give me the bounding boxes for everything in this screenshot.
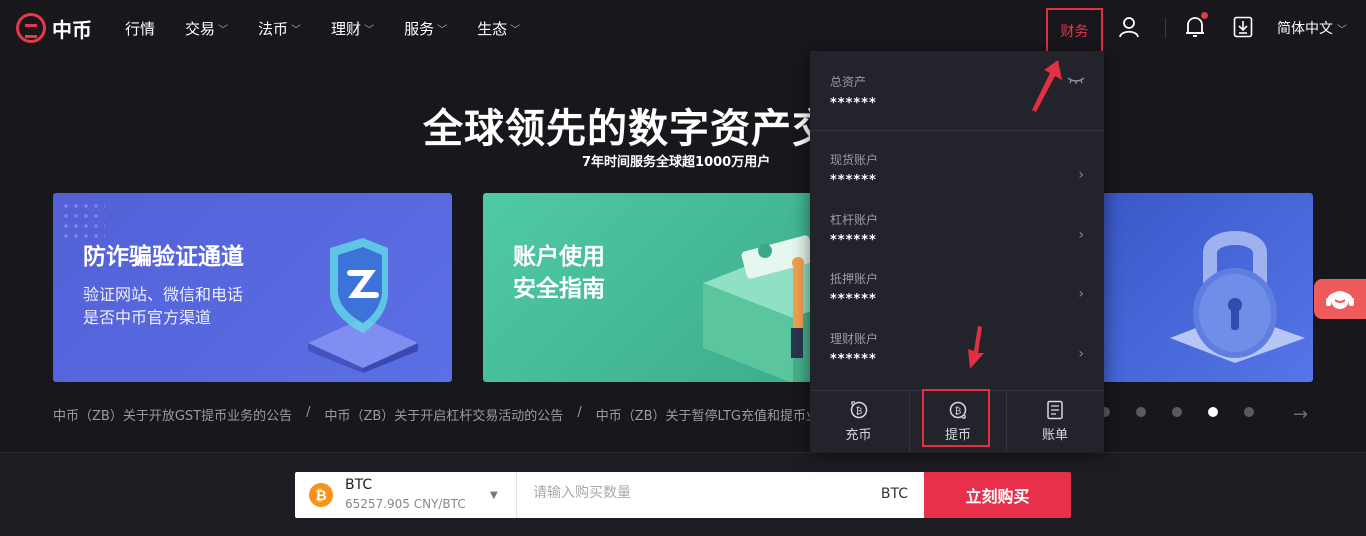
announcement-link[interactable]: 中币（ZB）关于开放GST提币业务的公告 [53, 405, 292, 424]
chevron-down-icon: ﹀ [364, 25, 375, 36]
nav-label: 理财 [331, 20, 362, 38]
withdraw-highlight-box [922, 389, 990, 447]
announcement-link[interactable]: 中币（ZB）关于开启杠杆交易活动的公告 [324, 405, 563, 424]
buy-now-button[interactable]: 立刻购买 [924, 472, 1071, 518]
account-label: 现货账户 [830, 153, 879, 167]
action-label: 账单 [1041, 428, 1068, 443]
nav-label: 服务 [404, 20, 435, 38]
nav-item-fiat[interactable]: 法币 ﹀ [258, 18, 301, 39]
annotation-arrow-icon [968, 326, 984, 369]
chevron-right-icon: › [1078, 346, 1084, 362]
arrow-right-icon[interactable]: → [1293, 404, 1308, 425]
nav-label: 交易 [185, 20, 216, 38]
account-label: 杠杆账户 [830, 213, 879, 227]
logo-icon [16, 13, 46, 43]
nav-label: 生态 [477, 20, 508, 38]
svg-text:₿: ₿ [855, 406, 862, 417]
dots-decoration [61, 201, 105, 241]
nav-label: 行情 [125, 20, 156, 38]
account-value: ****** [830, 173, 877, 188]
bill-button[interactable]: 账单 [1006, 391, 1103, 452]
nav-item-service[interactable]: 服务 ﹀ [404, 18, 447, 39]
account-spot[interactable]: 现货账户 ****** › [810, 151, 1104, 209]
coin-name: BTC [345, 477, 373, 493]
hero-title: 全球领先的数字资产交 [423, 106, 833, 152]
bitcoin-icon: ₿ [309, 483, 333, 507]
nav-label: 法币 [258, 20, 289, 38]
amount-unit: BTC [880, 486, 908, 502]
shield-illustration [308, 238, 418, 373]
chevron-right-icon: › [1078, 227, 1084, 243]
banner-title-line: 安全指南 [513, 276, 605, 302]
banner-lock[interactable] [1100, 193, 1313, 382]
nav-item-finance-products[interactable]: 理财 ﹀ [331, 18, 374, 39]
panel-divider [810, 130, 1104, 131]
pager-dot-active[interactable] [1208, 407, 1218, 417]
chevron-down-icon: ﹀ [218, 25, 229, 36]
chevron-down-icon: ﹀ [291, 25, 302, 36]
banner-title: 账户使用 安全指南 [513, 241, 605, 305]
announcement-separator: / [306, 405, 311, 420]
account-value: ****** [830, 233, 877, 248]
finance-button[interactable]: 财务 [1046, 8, 1103, 53]
logo[interactable]: 中币 [16, 13, 92, 43]
main-nav: 行情 交易 ﹀ 法币 ﹀ 理财 ﹀ 服务 ﹀ 生态 ﹀ [125, 18, 550, 39]
caret-down-icon: ▼ [490, 490, 498, 501]
account-collateral[interactable]: 抵押账户 ****** › [810, 270, 1104, 328]
banner-desc-line: 是否中币官方渠道 [83, 308, 212, 327]
lock-illustration [1170, 231, 1305, 363]
banner-desc-line: 验证网站、微信和电话 [83, 285, 244, 304]
pager-dot[interactable] [1172, 407, 1182, 417]
chevron-down-icon: ﹀ [510, 25, 521, 36]
banner-desc: 验证网站、微信和电话 是否中币官方渠道 [83, 283, 243, 329]
account-wealth[interactable]: 理财账户 ****** › [810, 330, 1104, 388]
customer-service-button[interactable] [1314, 279, 1366, 319]
banner-title: 防诈骗验证通道 [83, 244, 244, 270]
coin-price: 65257.905 CNY/BTC [345, 497, 466, 511]
download-icon[interactable] [1233, 16, 1253, 38]
logo-text: 中币 [52, 17, 92, 42]
account-value: ****** [830, 292, 877, 307]
action-label: 充币 [845, 428, 872, 443]
announcement-link[interactable]: 中币（ZB）关于暂停LTG充值和提币业务 [596, 405, 832, 424]
amount-field: BTC [516, 472, 924, 518]
chevron-right-icon: › [1078, 286, 1084, 302]
user-icon[interactable] [1118, 16, 1140, 38]
headset-icon [1326, 291, 1354, 309]
carousel-pager [1100, 407, 1280, 417]
announcement-separator: / [577, 405, 582, 420]
coin-selector[interactable]: ₿ BTC 65257.905 CNY/BTC ▼ [295, 472, 516, 518]
account-label: 抵押账户 [830, 272, 879, 286]
chevron-down-icon: ﹀ [437, 25, 448, 36]
chevron-down-icon: ﹀ [1337, 24, 1347, 36]
banner-title-line: 账户使用 [513, 244, 605, 270]
bill-icon [1047, 400, 1063, 420]
total-assets-value: ****** [830, 96, 877, 111]
account-margin[interactable]: 杠杆账户 ****** › [810, 211, 1104, 269]
deposit-icon: ₿ [850, 401, 867, 419]
top-navbar: 中币 行情 交易 ﹀ 法币 ﹀ 理财 ﹀ 服务 ﹀ 生态 ﹀ 财务 简体中文 ﹀ [0, 0, 1366, 56]
deposit-button[interactable]: ₿ 充币 [810, 391, 907, 452]
pager-dot[interactable] [1136, 407, 1146, 417]
nav-item-market[interactable]: 行情 [125, 18, 155, 39]
pager-dot[interactable] [1244, 407, 1254, 417]
language-label: 简体中文 [1277, 21, 1333, 37]
nav-item-trade[interactable]: 交易 ﹀ [185, 18, 228, 39]
chevron-right-icon: › [1078, 167, 1084, 183]
notification-badge [1201, 12, 1208, 19]
total-assets: 总资产 ****** [830, 73, 877, 111]
language-selector[interactable]: 简体中文 ﹀ [1277, 18, 1347, 38]
nav-item-ecosystem[interactable]: 生态 ﹀ [477, 18, 520, 39]
amount-input[interactable] [533, 485, 833, 501]
announcement-bar: 中币（ZB）关于开放GST提币业务的公告 / 中币（ZB）关于开启杠杆交易活动的… [53, 405, 832, 424]
eye-closed-icon[interactable] [1066, 75, 1086, 85]
divider [1165, 18, 1166, 38]
annotation-arrow-icon [1032, 60, 1062, 112]
total-assets-label: 总资产 [830, 75, 867, 89]
hero-subtitle: 7年时间服务全球超1000万用户 [582, 155, 771, 170]
banner-anti-fraud[interactable]: 防诈骗验证通道 验证网站、微信和电话 是否中币官方渠道 [53, 193, 452, 382]
